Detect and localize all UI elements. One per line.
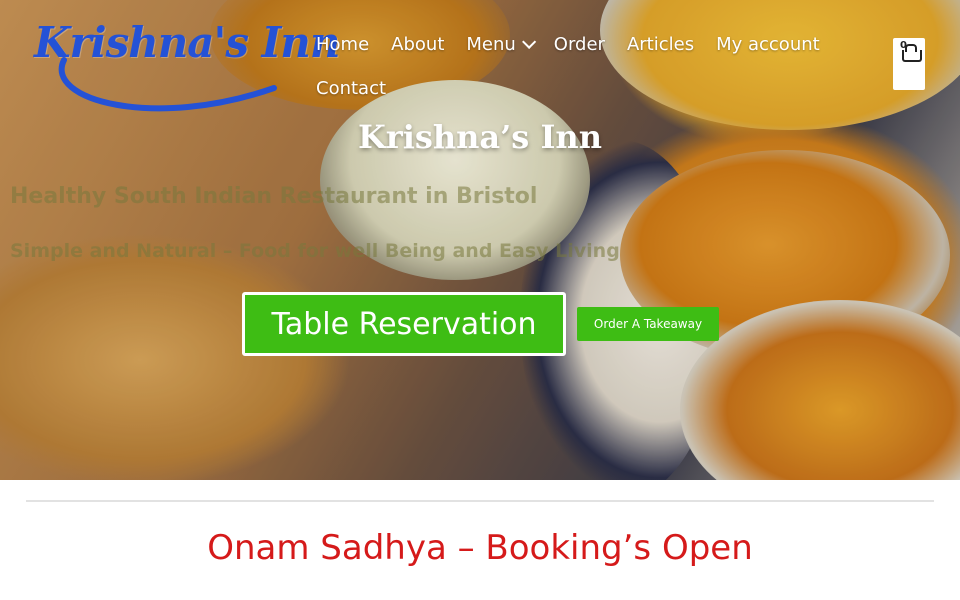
table-reservation-button[interactable]: Table Reservation	[242, 292, 566, 356]
site-logo[interactable]: Krishna's Inn	[34, 10, 340, 120]
section-divider	[26, 500, 934, 502]
hero-banner: Krishna's Inn Home About Menu Order Arti…	[0, 0, 960, 480]
nav-order[interactable]: Order	[554, 34, 605, 55]
nav-my-account[interactable]: My account	[716, 34, 820, 55]
hero-subtitle: Healthy South Indian Restaurant in Brist…	[10, 184, 538, 209]
cart-button[interactable]: 0	[893, 38, 925, 90]
nav-home[interactable]: Home	[316, 34, 369, 55]
order-takeaway-button[interactable]: Order A Takeaway	[577, 307, 719, 341]
nav-about[interactable]: About	[391, 34, 444, 55]
basket-icon	[902, 50, 922, 62]
nav-contact[interactable]: Contact	[316, 78, 386, 99]
nav-menu[interactable]: Menu	[466, 33, 536, 55]
nav-articles[interactable]: Articles	[627, 34, 694, 55]
hero-tagline: Simple and Natural – Food for well Being…	[10, 240, 620, 262]
logo-swoosh-icon	[58, 57, 277, 112]
chevron-down-icon	[521, 34, 536, 49]
nav-menu-label: Menu	[466, 33, 516, 55]
section-heading: Onam Sadhya – Booking’s Open	[207, 528, 753, 568]
main-navigation: Home About Menu Order Articles My accoun…	[316, 24, 876, 108]
hero-title: Krishna’s Inn	[358, 118, 602, 156]
